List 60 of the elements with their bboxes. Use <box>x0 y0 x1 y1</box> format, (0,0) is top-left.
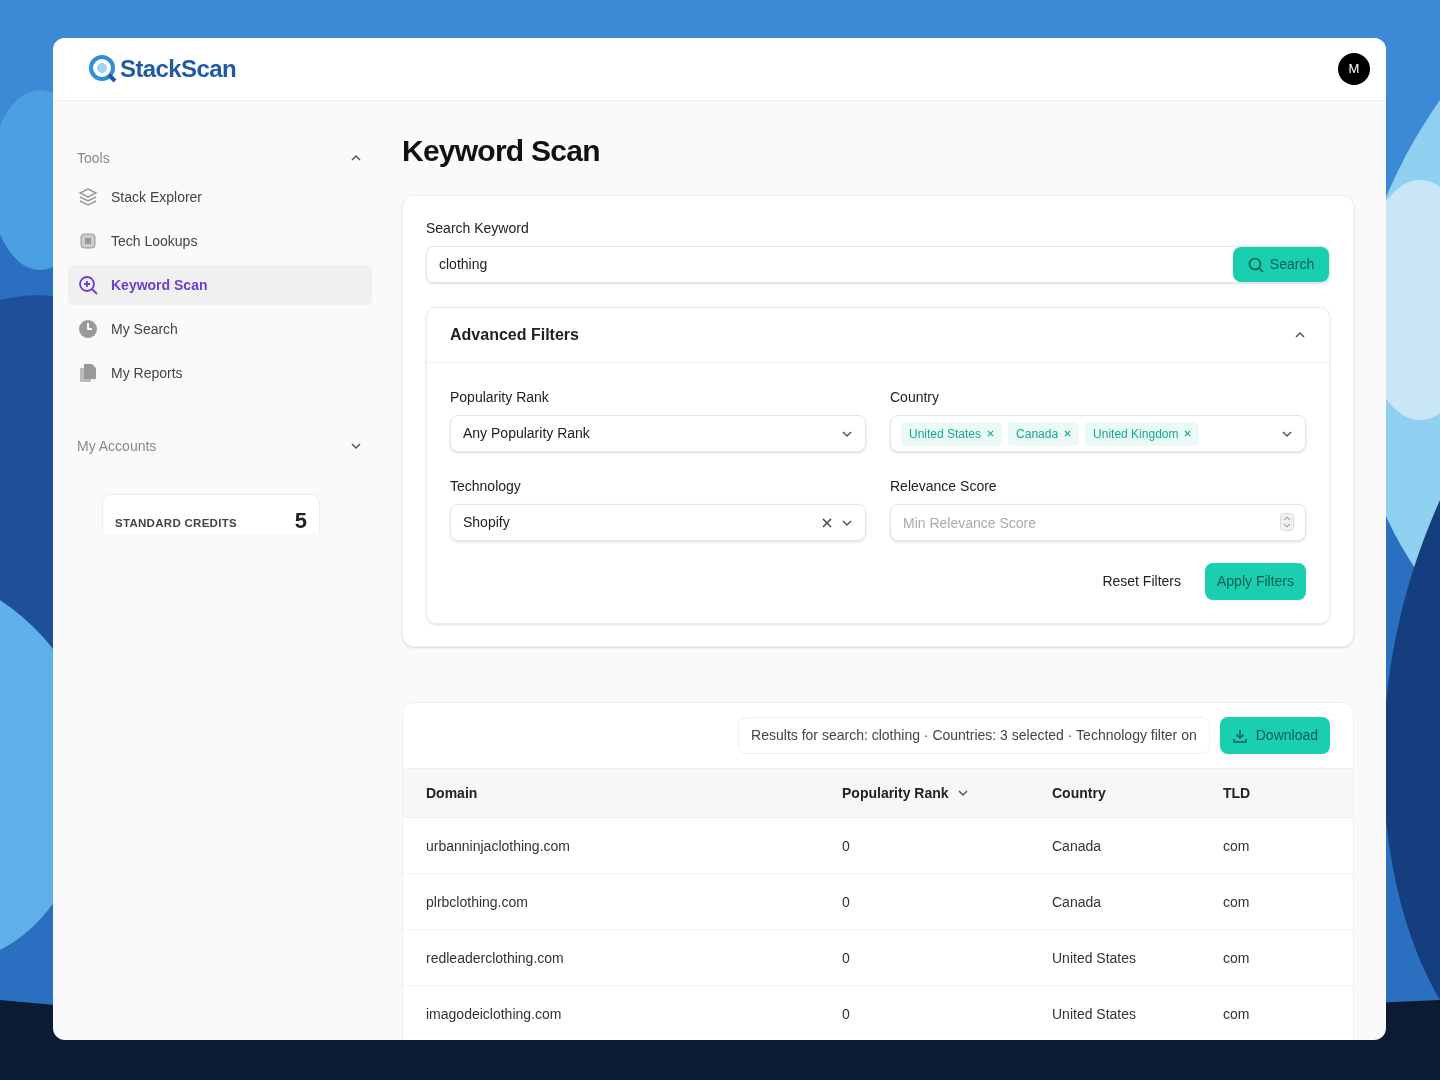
field-label: Relevance Score <box>890 477 998 496</box>
remove-icon <box>1184 430 1192 437</box>
remove-icon <box>987 430 995 437</box>
table-cell: 0 <box>842 1005 850 1022</box>
logo-text: StackScan <box>120 54 236 84</box>
download-icon <box>1231 727 1248 744</box>
sidebar-item[interactable]: Stack Explorer <box>68 177 372 217</box>
field-label: Search Keyword <box>426 219 530 238</box>
table-cell: 0 <box>842 837 850 854</box>
column-header[interactable]: Domain <box>426 782 478 804</box>
search-field[interactable]: clothing Search <box>426 246 1330 283</box>
table-cell: urbanninjaclothing.com <box>426 837 570 854</box>
field-label: Country <box>890 388 941 407</box>
sidebar-item[interactable]: My Reports <box>68 353 372 393</box>
chevron-down-icon <box>350 440 362 452</box>
page-title: Keyword Scan <box>402 133 601 169</box>
zoom-in-icon <box>77 274 99 296</box>
field-label: Popularity Rank <box>450 388 550 407</box>
table-cell: plrbclothing.com <box>426 893 528 910</box>
field-label: Technology <box>450 477 522 496</box>
download-button[interactable]: Download <box>1219 717 1330 754</box>
stepper-icon <box>1280 513 1294 531</box>
search-icon <box>1247 256 1264 273</box>
select-field[interactable]: Any Popularity Rank <box>450 415 866 452</box>
table-cell: 0 <box>842 893 850 910</box>
apply-filters-button[interactable]: Apply Filters <box>1204 563 1306 600</box>
remove-icon <box>1064 430 1072 437</box>
credits-value: 5 <box>294 510 307 532</box>
column-header[interactable]: Country <box>1052 782 1106 804</box>
table-cell: redleaderclothing.com <box>426 949 564 966</box>
filters-header[interactable]: Advanced Filters <box>427 308 1329 363</box>
search-button[interactable]: Search <box>1233 247 1329 282</box>
table-cell: imagodeiclothing.com <box>426 1005 562 1022</box>
clock-icon <box>77 318 99 340</box>
select-field[interactable]: Shopify <box>450 504 866 541</box>
table-cell: United States <box>1052 949 1137 966</box>
table-cell: Canada <box>1052 837 1102 854</box>
table-cell: Canada <box>1052 893 1102 910</box>
table-cell: com <box>1223 893 1250 910</box>
section-header[interactable]: Tools <box>68 143 372 173</box>
table-cell: United States <box>1052 1005 1137 1022</box>
section-header[interactable]: My Accounts <box>68 431 372 461</box>
number-field[interactable]: Min Relevance Score <box>890 504 1306 541</box>
layers-icon <box>77 186 99 208</box>
user-avatar[interactable]: M <box>1338 53 1370 85</box>
table-cell: com <box>1223 949 1250 966</box>
column-header[interactable]: Popularity Rank <box>842 782 949 804</box>
clear-icon <box>821 516 833 529</box>
column-header[interactable]: TLD <box>1223 782 1251 804</box>
sidebar-item[interactable]: Keyword Scan <box>68 265 372 305</box>
table-cell: 0 <box>842 949 850 966</box>
table-cell: com <box>1223 837 1250 854</box>
sidebar-item[interactable]: My Search <box>68 309 372 349</box>
sidebar-item[interactable]: Tech Lookups <box>68 221 372 261</box>
reset-filters-button[interactable]: Reset Filters <box>1102 571 1181 592</box>
credits-label: STANDARD CREDITS <box>115 515 237 531</box>
table-cell: com <box>1223 1005 1250 1022</box>
results-summary: Results for search: clothing · Countries: 3 selected · Technology filter on <box>738 717 1210 754</box>
logo-icon <box>88 54 118 84</box>
documents-icon <box>77 362 99 384</box>
